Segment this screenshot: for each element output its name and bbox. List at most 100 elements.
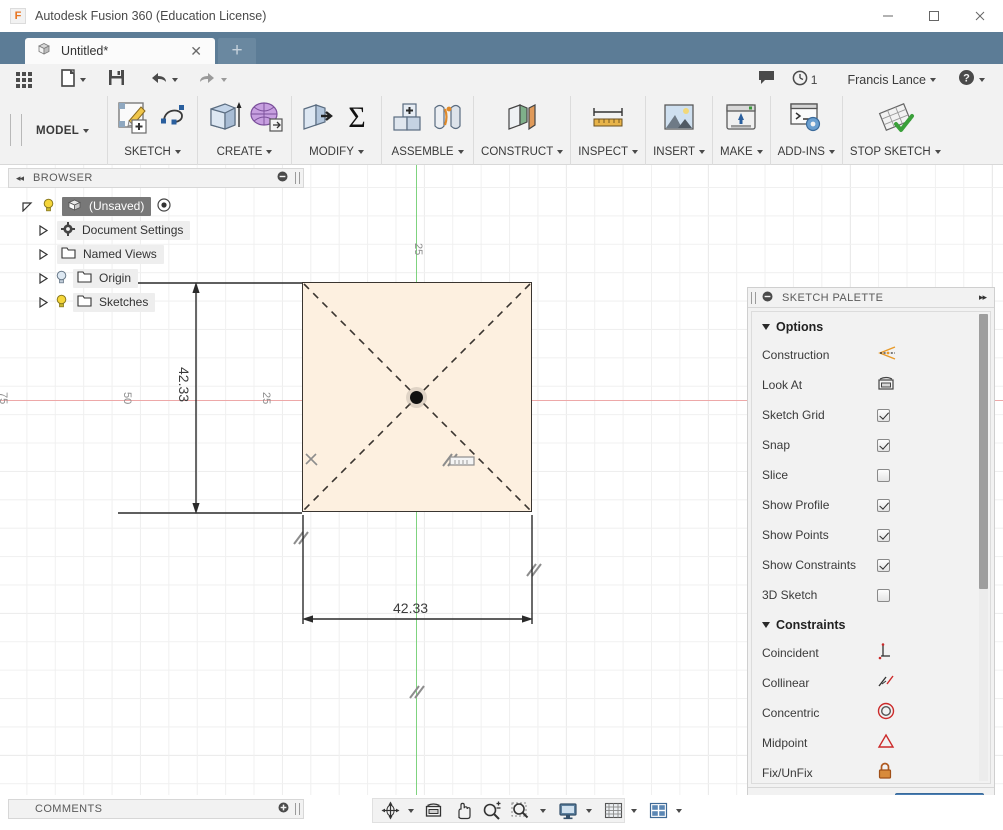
palette-row-fix-unfix[interactable]: Fix/UnFix <box>752 758 990 784</box>
palette-row-coincident[interactable]: Coincident <box>752 638 990 668</box>
section-header-constraints[interactable]: Constraints <box>752 610 990 638</box>
group-label-create[interactable]: CREATE <box>217 146 263 158</box>
tree-item-unsaved[interactable]: (Unsaved) <box>62 196 152 216</box>
checkbox-show-profile[interactable] <box>877 498 890 512</box>
chevron-down-icon[interactable] <box>586 808 592 813</box>
look-at-icon[interactable] <box>877 375 895 396</box>
help-button[interactable]: ? <box>944 64 993 96</box>
parallel-constraint-glyph-bottom[interactable] <box>407 684 429 707</box>
zoom-window-icon[interactable] <box>509 798 534 823</box>
tree-item-sketches[interactable]: Sketches <box>73 292 156 312</box>
palette-row-concentric[interactable]: Concentric <box>752 698 990 728</box>
tree-row-named-views[interactable]: Named Views <box>8 242 298 266</box>
checkbox-3d-sketch[interactable] <box>877 588 890 602</box>
chevron-down-icon[interactable] <box>540 808 546 813</box>
create-form-icon[interactable] <box>248 100 284 139</box>
redo-button[interactable] <box>192 64 233 96</box>
new-component-icon[interactable] <box>389 100 425 139</box>
tree-row-root[interactable]: (Unsaved) <box>8 194 298 218</box>
maximize-button[interactable] <box>911 0 957 32</box>
coincident-icon[interactable] <box>877 642 893 665</box>
parallel-constraint-glyph-right[interactable] <box>524 562 546 585</box>
close-icon[interactable]: ✕ <box>190 44 202 58</box>
group-label-addins[interactable]: ADD-INS <box>778 146 825 158</box>
sketch-spline-icon[interactable] <box>158 102 190 137</box>
construction-icon[interactable] <box>877 345 897 366</box>
ribbon-drag-handle[interactable] <box>10 114 22 146</box>
palette-row-show-profile[interactable]: Show Profile <box>752 490 990 520</box>
section-header-options[interactable]: Options <box>752 312 990 340</box>
measure-icon[interactable] <box>590 100 626 139</box>
workspace-selector[interactable]: MODEL <box>22 96 109 165</box>
horizontal-constraint-glyph[interactable] <box>448 454 476 473</box>
chevron-down-icon[interactable] <box>676 808 682 813</box>
tree-row-sketches[interactable]: Sketches <box>8 290 298 314</box>
undo-button[interactable] <box>143 64 184 96</box>
palette-drag-handle[interactable] <box>751 291 756 304</box>
checkbox-show-constraints[interactable] <box>877 558 890 572</box>
group-label-make[interactable]: MAKE <box>720 146 753 158</box>
palette-row-snap[interactable]: Snap <box>752 430 990 460</box>
group-label-inspect[interactable]: INSPECT <box>578 146 628 158</box>
lock-icon[interactable] <box>877 762 893 784</box>
app-grid-button[interactable] <box>10 64 38 96</box>
new-file-button[interactable] <box>54 64 92 96</box>
close-button[interactable] <box>957 0 1003 32</box>
palette-row-construction[interactable]: Construction <box>752 340 990 370</box>
display-settings-icon[interactable] <box>556 798 580 823</box>
expand-right-icon[interactable]: ▸▸ <box>979 292 987 303</box>
viewports-icon[interactable] <box>647 798 670 823</box>
save-button[interactable] <box>102 64 131 96</box>
user-menu[interactable]: Francis Lance <box>825 64 944 96</box>
tree-row-origin[interactable]: Origin <box>8 266 298 290</box>
tree-item-named-views[interactable]: Named Views <box>57 244 164 264</box>
create-sketch-icon[interactable] <box>115 99 153 140</box>
orbit-icon[interactable] <box>379 798 402 823</box>
panel-resize-handle[interactable] <box>295 803 300 815</box>
midpoint-icon[interactable] <box>877 733 895 754</box>
stop-sketch-icon[interactable] <box>874 100 916 139</box>
group-label-stop-sketch[interactable]: STOP SKETCH <box>850 146 931 158</box>
sigma-icon[interactable]: Σ <box>340 100 374 139</box>
parallel-constraint-glyph-left[interactable] <box>291 530 313 553</box>
checkbox-slice[interactable] <box>877 468 890 482</box>
palette-scrollbar-thumb[interactable] <box>979 314 988 589</box>
palette-row-sketch-grid[interactable]: Sketch Grid <box>752 400 990 430</box>
light-bulb-icon[interactable] <box>42 198 55 215</box>
new-tab-button[interactable]: + <box>218 38 256 64</box>
palette-row-slice[interactable]: Slice <box>752 460 990 490</box>
checkbox-show-points[interactable] <box>877 528 890 542</box>
tree-row-document-settings[interactable]: Document Settings <box>8 218 298 242</box>
insert-image-icon[interactable] <box>661 100 697 139</box>
zoom-icon[interactable] <box>480 798 503 823</box>
expand-arrow-icon[interactable] <box>38 272 49 285</box>
group-label-assemble[interactable]: ASSEMBLE <box>392 146 454 158</box>
group-label-modify[interactable]: MODIFY <box>309 146 354 158</box>
comments-panel[interactable]: COMMENTS <box>8 799 304 819</box>
notifications-button[interactable]: 1 <box>784 64 826 96</box>
tree-item-document-settings[interactable]: Document Settings <box>57 220 191 240</box>
press-pull-icon[interactable] <box>299 100 335 139</box>
coincident-constraint-glyph[interactable] <box>302 450 322 475</box>
minimize-button[interactable] <box>865 0 911 32</box>
expand-arrow-icon[interactable] <box>38 248 49 261</box>
group-label-sketch[interactable]: SKETCH <box>124 146 171 158</box>
height-dimension-text[interactable]: 42.33 <box>176 367 192 402</box>
pan-icon[interactable] <box>451 798 474 823</box>
group-label-construct[interactable]: CONSTRUCT <box>481 146 553 158</box>
checkbox-snap[interactable] <box>877 438 890 452</box>
expand-arrow-icon[interactable] <box>22 201 33 213</box>
look-at-icon[interactable] <box>422 798 445 823</box>
checkbox-sketch-grid[interactable] <box>877 408 890 422</box>
add-comment-icon[interactable] <box>278 800 289 818</box>
light-bulb-icon[interactable] <box>55 294 68 311</box>
joint-icon[interactable] <box>430 100 466 139</box>
light-bulb-icon-off[interactable] <box>55 270 68 287</box>
chevron-down-icon[interactable] <box>408 808 414 813</box>
scripts-addins-icon[interactable] <box>788 100 824 139</box>
construct-plane-icon[interactable] <box>504 100 540 139</box>
panel-resize-handle[interactable] <box>295 172 300 184</box>
tree-item-origin[interactable]: Origin <box>73 268 139 288</box>
group-label-insert[interactable]: INSERT <box>653 146 695 158</box>
palette-row-collinear[interactable]: Collinear <box>752 668 990 698</box>
